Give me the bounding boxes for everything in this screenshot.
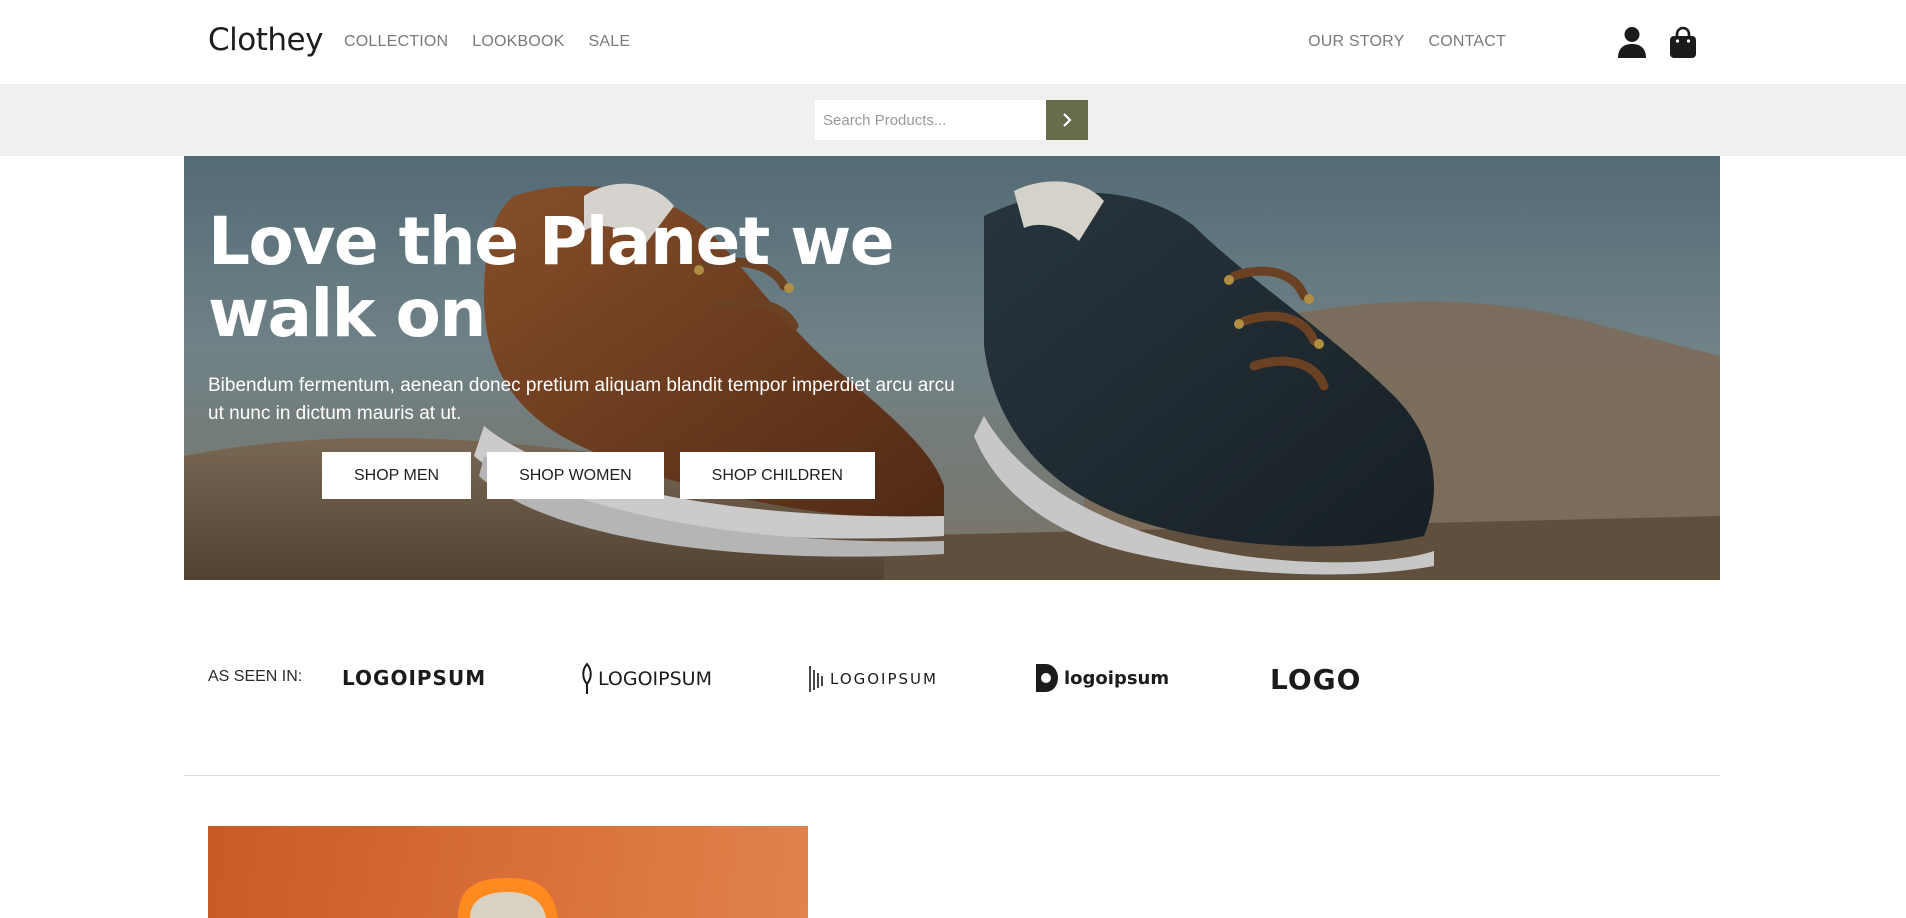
orange-shoe-image <box>458 878 558 918</box>
chevron-right-icon <box>1063 113 1072 127</box>
nav-our-story[interactable]: OUR STORY <box>1308 33 1404 51</box>
shop-women-button[interactable]: SHOP WOMEN <box>487 452 664 499</box>
nav-contact[interactable]: CONTACT <box>1428 33 1506 51</box>
product-image[interactable] <box>208 826 808 918</box>
user-icon[interactable] <box>1618 26 1646 58</box>
primary-nav: COLLECTION LOOKBOOK SALE <box>344 33 630 51</box>
shop-men-button[interactable]: SHOP MEN <box>322 452 472 499</box>
nav-lookbook[interactable]: LOOKBOOK <box>472 33 564 51</box>
site-header: Clothey COLLECTION LOOKBOOK SALE OUR STO… <box>0 0 1906 84</box>
press-logo-2: LOGOIPSUM <box>580 656 730 700</box>
press-logo-3-text: LOGOIPSUM <box>830 670 938 688</box>
shopping-bag-icon[interactable] <box>1669 26 1697 58</box>
search-submit-button[interactable] <box>1046 100 1088 140</box>
secondary-nav: OUR STORY CONTACT <box>1308 33 1506 51</box>
hero-title: Love the Planet we walk on <box>208 203 894 352</box>
shop-children-button[interactable]: SHOP CHILDREN <box>679 452 875 499</box>
press-logo-4-text: logoipsum <box>1064 668 1169 689</box>
section-divider <box>184 775 1720 776</box>
search-input[interactable] <box>815 100 1047 140</box>
nav-collection[interactable]: COLLECTION <box>344 33 448 51</box>
press-logo-1: LOGOIPSUM <box>340 656 500 700</box>
press-logo-1-text: LOGOIPSUM <box>342 666 486 690</box>
hero-banner: Love the Planet we walk on Bibendum ferm… <box>184 156 1720 580</box>
press-logo-4: logoipsum <box>1032 656 1182 700</box>
hero-button-group: SHOP MEN SHOP WOMEN SHOP CHILDREN <box>322 452 875 499</box>
press-logo-5-text: LOGO <box>1270 663 1361 694</box>
brand-logo[interactable]: Clothey <box>208 22 323 58</box>
nav-sale[interactable]: SALE <box>589 33 631 51</box>
press-logo-5: LOGO <box>1268 656 1388 700</box>
as-seen-in-label: AS SEEN IN: <box>208 668 303 685</box>
press-logo-3: LOGOIPSUM <box>808 656 948 700</box>
press-logo-2-text: LOGOIPSUM <box>598 668 712 690</box>
hero-description: Bibendum fermentum, aenean donec pretium… <box>208 375 955 424</box>
